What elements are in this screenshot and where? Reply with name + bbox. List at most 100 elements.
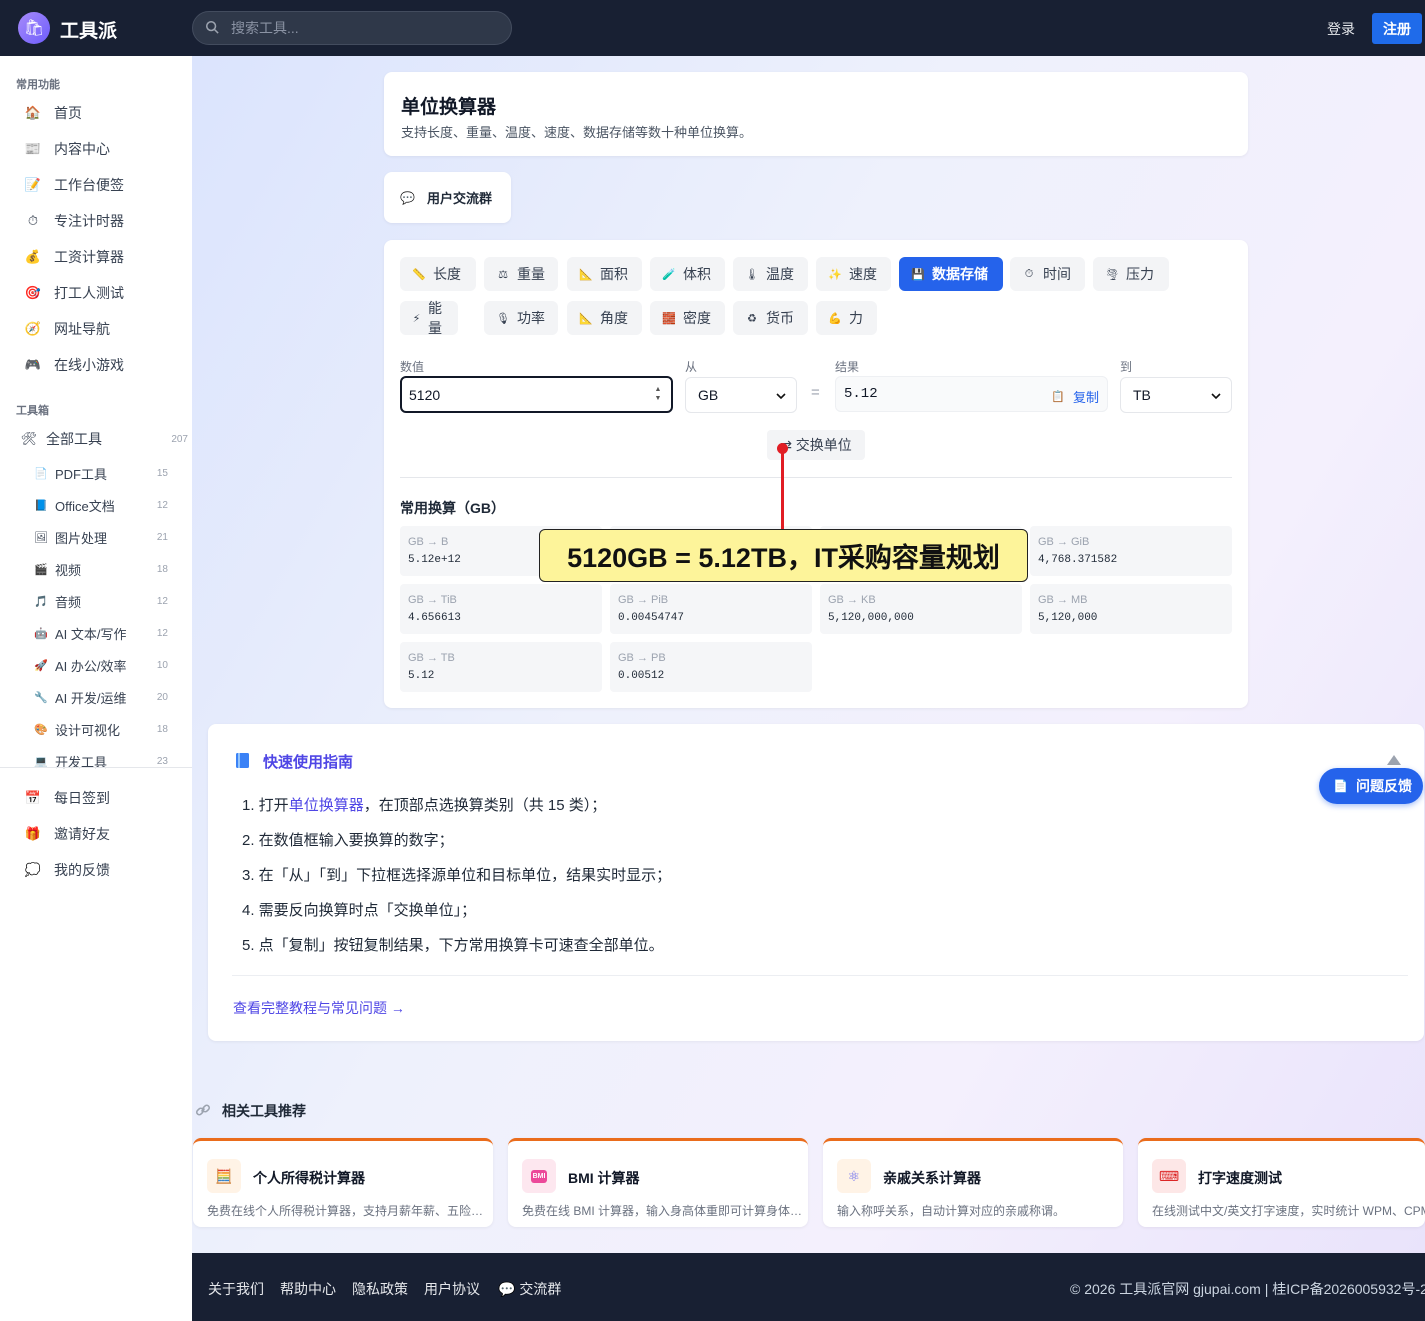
sidebar-tool-item[interactable]: 💻 开发工具 23: [34, 750, 186, 772]
related-tool-icon: ⌨: [1152, 1159, 1186, 1193]
related-tool-card[interactable]: ⌨ 打字速度测试 在线测试中文/英文打字速度，实时统计 WPM、CPM: [1138, 1138, 1425, 1227]
related-tool-card[interactable]: ⚛ 亲戚关系计算器 输入称呼关系，自动计算对应的亲戚称谓。: [823, 1138, 1123, 1227]
sidebar-item-icon: 🎁: [24, 826, 42, 841]
category-tab[interactable]: 📐 面积: [567, 257, 642, 291]
to-unit-select[interactable]: TB: [1120, 377, 1232, 413]
category-label: 温度: [766, 266, 794, 282]
conversion-card[interactable]: GB → PB 0.00512: [610, 642, 812, 692]
category-label: 数据存储: [932, 266, 988, 282]
conversion-card[interactable]: GB → PiB 0.00454747: [610, 584, 812, 634]
group-button-label: 用户交流群: [426, 191, 492, 206]
sidebar-tool-item[interactable]: 📘 Office文档 12: [34, 494, 186, 516]
conversion-label: GB → MB: [1038, 594, 1088, 606]
footer-link[interactable]: 💬 交流群: [498, 1279, 561, 1299]
sidebar-item-label: 工作台便签: [54, 177, 124, 193]
sidebar-item[interactable]: 📰 内容中心: [24, 137, 110, 161]
from-label: 从: [685, 360, 698, 374]
conversion-card[interactable]: GB → TiB 4.656613: [400, 584, 602, 634]
footer-link[interactable]: 关于我们: [208, 1279, 264, 1299]
category-tab[interactable]: 💪 力: [816, 301, 877, 335]
related-tool-name: 亲戚关系计算器: [883, 1170, 981, 1186]
related-tool-card[interactable]: 🧮 个人所得税计算器 免费在线个人所得税计算器，支持月薪年薪、五险一金计算: [193, 1138, 493, 1227]
sidebar-item[interactable]: 🎁 邀请好友: [24, 822, 110, 846]
conversion-card[interactable]: GB → MB 5,120,000: [1030, 584, 1232, 634]
sidebar-tool-item[interactable]: 🤖 AI 文本/写作 12: [34, 622, 186, 644]
full-tutorial-link[interactable]: 查看完整教程与常见问题 →: [233, 998, 405, 1018]
category-tab[interactable]: 🎙 功率: [484, 301, 558, 335]
unit-converter-link[interactable]: 单位换算器: [289, 797, 364, 814]
sidebar-tool-item[interactable]: 🎵 音频 12: [34, 590, 186, 612]
guide-step: 4. 需要反向换算时点「交换单位」；: [242, 899, 476, 920]
category-label: 密度: [683, 310, 711, 326]
sidebar-item[interactable]: ⏱ 专注计时器: [24, 209, 124, 233]
search-input[interactable]: [231, 18, 491, 38]
category-tab[interactable]: ♻ 货币: [733, 301, 808, 335]
category-tab[interactable]: ⚡ 能量: [400, 300, 458, 336]
sidebar-item[interactable]: 💰 工资计算器: [24, 245, 124, 269]
conversion-card[interactable]: GB → KB 5,120,000,000: [820, 584, 1022, 634]
category-tab[interactable]: ⏱ 时间: [1010, 257, 1085, 291]
conversion-card[interactable]: GB → GiB 4,768.371582: [1030, 526, 1232, 576]
sidebar-item[interactable]: 🎮 在线小游戏: [24, 353, 124, 377]
tool-count: 21: [156, 531, 168, 543]
sidebar-tool-item[interactable]: 🔧 AI 开发/运维 20: [34, 686, 186, 708]
conversion-card[interactable]: GB → TB 5.12: [400, 642, 602, 692]
value-text: 5120: [409, 386, 441, 403]
category-tab[interactable]: ⚖ 重量: [484, 257, 558, 291]
sidebar-item-icon: 📝: [24, 177, 42, 192]
sidebar-tool-item[interactable]: 🖼 图片处理 21: [34, 526, 186, 548]
feedback-label: 问题反馈: [1355, 778, 1412, 794]
tool-count: 12: [156, 627, 168, 639]
sidebar-tool-item[interactable]: 🚀 AI 办公/效率 10: [34, 654, 186, 676]
sidebar-item[interactable]: 💭 我的反馈: [24, 858, 110, 882]
group-button[interactable]: 💬 用户交流群: [384, 172, 511, 223]
related-tool-desc: 免费在线个人所得税计算器，支持月薪年薪、五险一金计算: [207, 1204, 491, 1218]
brand-name[interactable]: 工具派: [60, 16, 117, 43]
guide-card: 快速使用指南 1. 打开单位换算器，在顶部点选换算类别（共 15 类）； 2. 在…: [208, 724, 1424, 1041]
tool-count: 15: [156, 467, 168, 479]
from-unit-select[interactable]: GB: [685, 377, 797, 413]
search-box[interactable]: [192, 11, 512, 45]
sidebar-tool-item[interactable]: 🎨 设计可视化 18: [34, 718, 186, 740]
sidebar-item[interactable]: 📝 工作台便签: [24, 173, 124, 197]
sidebar-item-all-tools[interactable]: 🛠 全部工具 207: [20, 427, 188, 451]
related-tool-card[interactable]: BMI BMI 计算器免费在线 BMI 计算器，输入身高体重即可计算身体质量指数: [508, 1138, 808, 1227]
number-stepper[interactable]: ▲ ▼: [653, 385, 663, 405]
feedback-button[interactable]: 📄 问题反馈: [1319, 768, 1423, 804]
category-label: 力: [849, 310, 863, 326]
scroll-top-arrow-icon[interactable]: [1387, 755, 1401, 765]
category-tab[interactable]: 💾 数据存储: [899, 257, 1003, 291]
category-tab[interactable]: 🧪 体积: [650, 257, 725, 291]
login-link[interactable]: 登录: [1327, 19, 1355, 39]
sidebar-tool-item[interactable]: 🎬 视频 18: [34, 558, 186, 580]
footer-link[interactable]: 隐私政策: [352, 1279, 408, 1299]
logo-icon[interactable]: 🛍: [18, 12, 50, 44]
category-tab[interactable]: 🌪 压力: [1093, 257, 1169, 291]
footer: 关于我们 帮助中心 隐私政策 用户协议 💬 交流群 © 2026 工具派官网 gjupa…: [192, 1253, 1425, 1321]
sidebar-item[interactable]: 🎯 打工人测试: [24, 281, 124, 305]
category-tab[interactable]: 🌡 温度: [733, 257, 808, 291]
category-tab[interactable]: ✨ 速度: [816, 257, 891, 291]
sidebar-item[interactable]: 🧭 网址导航: [24, 317, 110, 341]
category-label: 重量: [517, 266, 545, 282]
register-button[interactable]: 注册: [1372, 13, 1422, 44]
tool-glyph-icon: 🧮: [215, 1167, 233, 1184]
footer-link[interactable]: 帮助中心: [280, 1279, 336, 1299]
tool-count: 12: [156, 595, 168, 607]
footer-link[interactable]: 用户协议: [424, 1279, 480, 1299]
sidebar-item[interactable]: 🏠 首页: [24, 101, 82, 125]
to-unit-value: TB: [1133, 387, 1151, 403]
category-icon: ⚡: [412, 312, 421, 325]
category-tab[interactable]: 📏 长度: [400, 257, 476, 291]
value-input[interactable]: 5120 ▲ ▼: [400, 376, 673, 413]
section-divider: [400, 477, 1232, 478]
sidebar-item[interactable]: 📅 每日签到: [24, 786, 110, 810]
category-tab[interactable]: 🧱 密度: [650, 301, 725, 335]
sidebar-tool-item[interactable]: 📄 PDF工具 15: [34, 462, 186, 484]
copy-button[interactable]: 📋 复制: [1051, 387, 1099, 406]
category-tab[interactable]: 📐 角度: [567, 301, 642, 335]
annotation-pointer-line: [781, 449, 784, 529]
conversion-label: GB → TiB: [408, 594, 457, 606]
category-icon: 📏: [412, 268, 426, 281]
guide-step: 5. 点「复制」按钮复制结果，下方常用换算卡可速查全部单位。: [242, 934, 664, 955]
